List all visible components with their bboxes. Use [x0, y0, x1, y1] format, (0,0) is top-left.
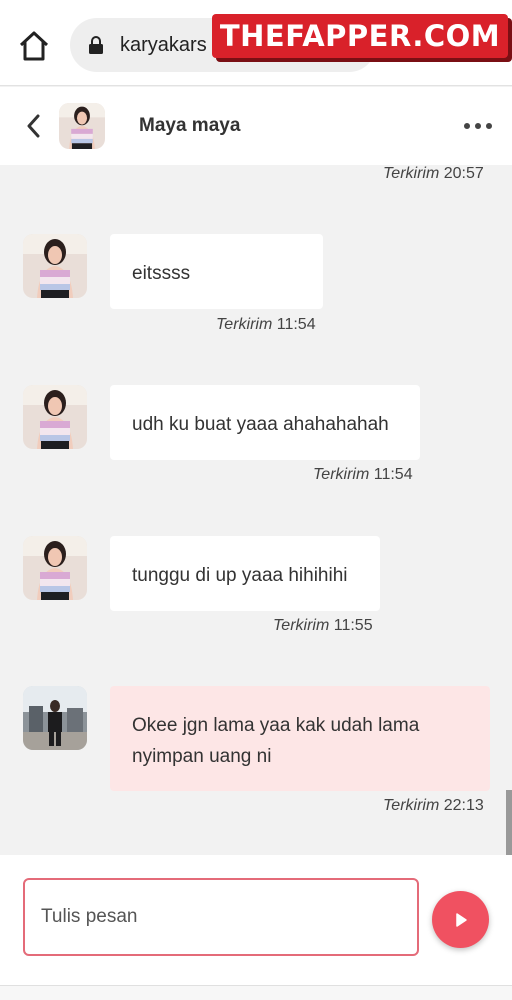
contact-avatar[interactable]: [59, 103, 105, 149]
chat-message-list[interactable]: Terkirim 20:57 eitssss Terkirim 11:54 ud…: [0, 165, 512, 855]
message-time: 20:57: [443, 165, 484, 182]
browser-toolbar: karyakars THEFAPPER.COM: [0, 0, 512, 86]
contact-name: Maya maya: [139, 115, 241, 136]
chat-header: Maya maya: [0, 87, 512, 165]
sender-avatar[interactable]: [23, 234, 87, 298]
back-arrow-icon[interactable]: [22, 111, 46, 141]
message-status: Terkirim: [383, 165, 440, 182]
message-bubble: eitssss: [110, 234, 323, 309]
lock-icon: [88, 36, 104, 54]
message-timestamp: Terkirim 11:55: [273, 617, 373, 635]
send-icon: [455, 912, 467, 927]
message-timestamp: Terkirim 20:57: [383, 165, 484, 183]
home-icon[interactable]: [16, 28, 52, 64]
my-message-bubble: Okee jgn lama yaa kak udah lama nyimpan …: [110, 686, 490, 791]
message-bubble: udh ku buat yaaa ahahahahah: [110, 385, 420, 460]
message-time: 22:13: [443, 797, 484, 814]
message-status: Terkirim: [216, 316, 273, 333]
sender-avatar[interactable]: [23, 536, 87, 600]
more-options-icon[interactable]: [460, 113, 496, 139]
message-bubble: tunggu di up yaaa hihihihi: [110, 536, 380, 611]
watermark-logo: THEFAPPER.COM: [212, 14, 508, 58]
send-button[interactable]: [432, 891, 489, 948]
message-timestamp: Terkirim 22:13: [383, 797, 484, 815]
message-time: 11:55: [333, 617, 373, 634]
sender-avatar[interactable]: [23, 385, 87, 449]
message-status: Terkirim: [273, 617, 330, 634]
watermark-text: THEFAPPER.COM: [219, 19, 501, 53]
message-composer: [0, 855, 512, 985]
message-time: 11:54: [373, 466, 413, 483]
system-nav-bar: [0, 985, 512, 1000]
message-status: Terkirim: [383, 797, 440, 814]
scrollbar-thumb[interactable]: [506, 790, 512, 855]
my-avatar[interactable]: [23, 686, 87, 750]
message-timestamp: Terkirim 11:54: [216, 316, 316, 334]
message-input[interactable]: [23, 878, 419, 956]
message-time: 11:54: [276, 316, 316, 333]
message-timestamp: Terkirim 11:54: [313, 466, 413, 484]
message-status: Terkirim: [313, 466, 370, 483]
